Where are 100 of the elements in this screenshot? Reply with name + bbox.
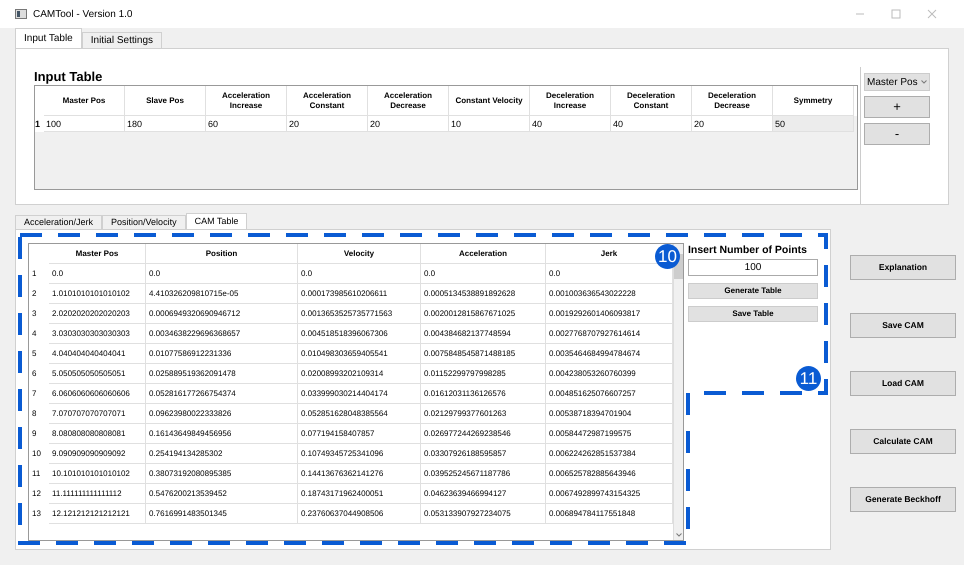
table-cell[interactable]: 0.23760637044908506 xyxy=(298,504,421,524)
table-cell[interactable]: 0.10749345725341096 xyxy=(298,444,421,464)
table-cell[interactable]: 0.01612031136126576 xyxy=(421,384,546,404)
table-cell[interactable]: 0.09623980022333826 xyxy=(146,404,298,424)
table-cell[interactable]: 0.18743171962400051 xyxy=(298,484,421,504)
table-cell[interactable]: 0.026977244269238546 xyxy=(421,424,546,444)
table-cell[interactable]: 0.052851628048385564 xyxy=(298,404,421,424)
table-cell[interactable]: 0.052816177266754374 xyxy=(146,384,298,404)
row-number: 6 xyxy=(31,368,38,380)
row-number: 9 xyxy=(31,428,38,440)
action-button[interactable]: Explanation xyxy=(850,255,956,280)
row-number: 11 xyxy=(31,468,42,480)
table-cell[interactable]: 40 xyxy=(611,116,692,132)
row-number: 12 xyxy=(31,488,42,500)
table-cell[interactable]: 20 xyxy=(692,116,773,132)
table-cell[interactable]: 0.254194134285302 xyxy=(146,444,298,464)
row-button[interactable]: + xyxy=(864,96,930,118)
table-cell[interactable]: 0.004384682137748594 xyxy=(421,324,546,344)
table-cell[interactable]: 0.077194158407857 xyxy=(298,424,421,444)
row-number: 3 xyxy=(31,308,38,320)
row-number: 5 xyxy=(31,348,38,360)
table-cell[interactable]: 0.02008993202109314 xyxy=(298,364,421,384)
table-cell[interactable]: 0.0 xyxy=(49,264,146,284)
table-cell[interactable]: 0.03307926188595857 xyxy=(421,444,546,464)
table-cell[interactable]: 0.0005134538891892628 xyxy=(421,284,546,304)
column-header: Master Pos xyxy=(49,244,146,264)
panel-button[interactable]: Save Table xyxy=(688,306,818,322)
table-cell[interactable]: 0.004518518396067306 xyxy=(298,324,421,344)
table-cell[interactable]: 12.121212121212121 xyxy=(49,504,146,524)
panel-button[interactable]: Generate Table xyxy=(688,283,818,299)
table-cell[interactable]: 0.5476200213539452 xyxy=(146,484,298,504)
table-cell[interactable]: 0.0013653525735771563 xyxy=(298,304,421,324)
table-cell[interactable]: 3.0303030303030303 xyxy=(49,324,146,344)
table-cell[interactable]: 0.02129799377601263 xyxy=(421,404,546,424)
table-cell[interactable]: 5.050505050505051 xyxy=(49,364,146,384)
table-cell[interactable]: 0.0034638229696368657 xyxy=(146,324,298,344)
row-button[interactable]: - xyxy=(864,123,930,145)
table-cell[interactable]: 20 xyxy=(368,116,449,132)
action-button[interactable]: Save CAM xyxy=(850,313,956,338)
table-cell[interactable]: 100 xyxy=(44,116,125,132)
table-cell[interactable]: 0.14413676362141276 xyxy=(298,464,421,484)
column-header: Velocity xyxy=(298,244,421,264)
tab[interactable]: Initial Settings xyxy=(82,32,162,48)
table-cell[interactable]: 40 xyxy=(530,116,611,132)
row-number: 13 xyxy=(31,508,42,520)
table-cell[interactable]: 0.000173985610206611 xyxy=(298,284,421,304)
window-title: CAMTool - Version 1.0 xyxy=(33,8,132,22)
action-button[interactable]: Load CAM xyxy=(850,371,956,396)
table-cell[interactable]: 0.0006949320690946712 xyxy=(146,304,298,324)
table-cell[interactable]: 0.039525245671187786 xyxy=(421,464,546,484)
table-cell[interactable]: 0.033999030214404174 xyxy=(298,384,421,404)
table-cell[interactable]: 4.040404040404041 xyxy=(49,344,146,364)
action-button[interactable]: Generate Beckhoff xyxy=(850,487,956,512)
table-cell[interactable]: 7.070707070707071 xyxy=(49,404,146,424)
points-field[interactable]: 100 xyxy=(688,259,818,276)
points-label: Insert Number of Points xyxy=(688,243,808,258)
tab[interactable]: Acceleration/Jerk xyxy=(15,215,102,229)
table-cell[interactable]: 9.090909090909092 xyxy=(49,444,146,464)
table-cell[interactable]: 0.0 xyxy=(298,264,421,284)
tab[interactable]: CAM Table xyxy=(186,213,248,229)
table-cell[interactable]: 0.0020012815867671025 xyxy=(421,304,546,324)
table-cell[interactable]: 10 xyxy=(449,116,530,132)
table-cell[interactable]: 0.04623639466994127 xyxy=(421,484,546,504)
row-number: 7 xyxy=(31,388,38,400)
table-cell[interactable]: 0.16143649849456956 xyxy=(146,424,298,444)
tab[interactable]: Input Table xyxy=(15,28,82,48)
table-cell[interactable]: 10.101010101010102 xyxy=(49,464,146,484)
table-cell[interactable]: 2.0202020202020203 xyxy=(49,304,146,324)
tab[interactable]: Position/Velocity xyxy=(102,215,186,229)
row-number: 4 xyxy=(31,328,38,340)
row-number: 1 xyxy=(35,116,44,132)
table-cell[interactable]: 11.111111111111112 xyxy=(49,484,146,504)
table-cell[interactable]: 50 xyxy=(773,116,854,132)
table-cell[interactable]: 4.410326209810715e-05 xyxy=(146,284,298,304)
table-cell[interactable]: 0.0 xyxy=(421,264,546,284)
table-cell[interactable]: 8.080808080808081 xyxy=(49,424,146,444)
table-cell[interactable]: 20 xyxy=(287,116,368,132)
table-cell[interactable]: 0.38073192080895385 xyxy=(146,464,298,484)
table-cell[interactable]: 0.0075848545871488185 xyxy=(421,344,546,364)
table-cell[interactable]: 6.0606060606060606 xyxy=(49,384,146,404)
section-title: Input Table xyxy=(34,68,104,85)
table-cell[interactable]: 0.010498303659405541 xyxy=(298,344,421,364)
table-cell[interactable]: 0.0 xyxy=(146,264,298,284)
table-cell[interactable]: 0.01077586912231336 xyxy=(146,344,298,364)
column-header: Acceleration xyxy=(421,244,546,264)
row-number: 1 xyxy=(31,268,38,280)
action-button[interactable]: Calculate CAM xyxy=(850,429,956,454)
table-cell[interactable]: 1.0101010101010102 xyxy=(49,284,146,304)
table-cell[interactable]: 180 xyxy=(125,116,206,132)
table-cell[interactable]: 0.01152299797998285 xyxy=(421,364,546,384)
column-header: Position xyxy=(146,244,298,264)
table-cell[interactable]: 0.7616991483501345 xyxy=(146,504,298,524)
scroll-down-icon[interactable] xyxy=(676,533,682,537)
key-dropdown[interactable]: Master Pos xyxy=(864,73,930,91)
table-cell[interactable]: 0.053133907927234075 xyxy=(421,504,546,524)
app-icon xyxy=(15,9,27,19)
row-number: 2 xyxy=(31,288,38,300)
row-number: 8 xyxy=(31,408,38,420)
table-cell[interactable]: 0.025889519362091478 xyxy=(146,364,298,384)
table-cell[interactable]: 60 xyxy=(206,116,287,132)
